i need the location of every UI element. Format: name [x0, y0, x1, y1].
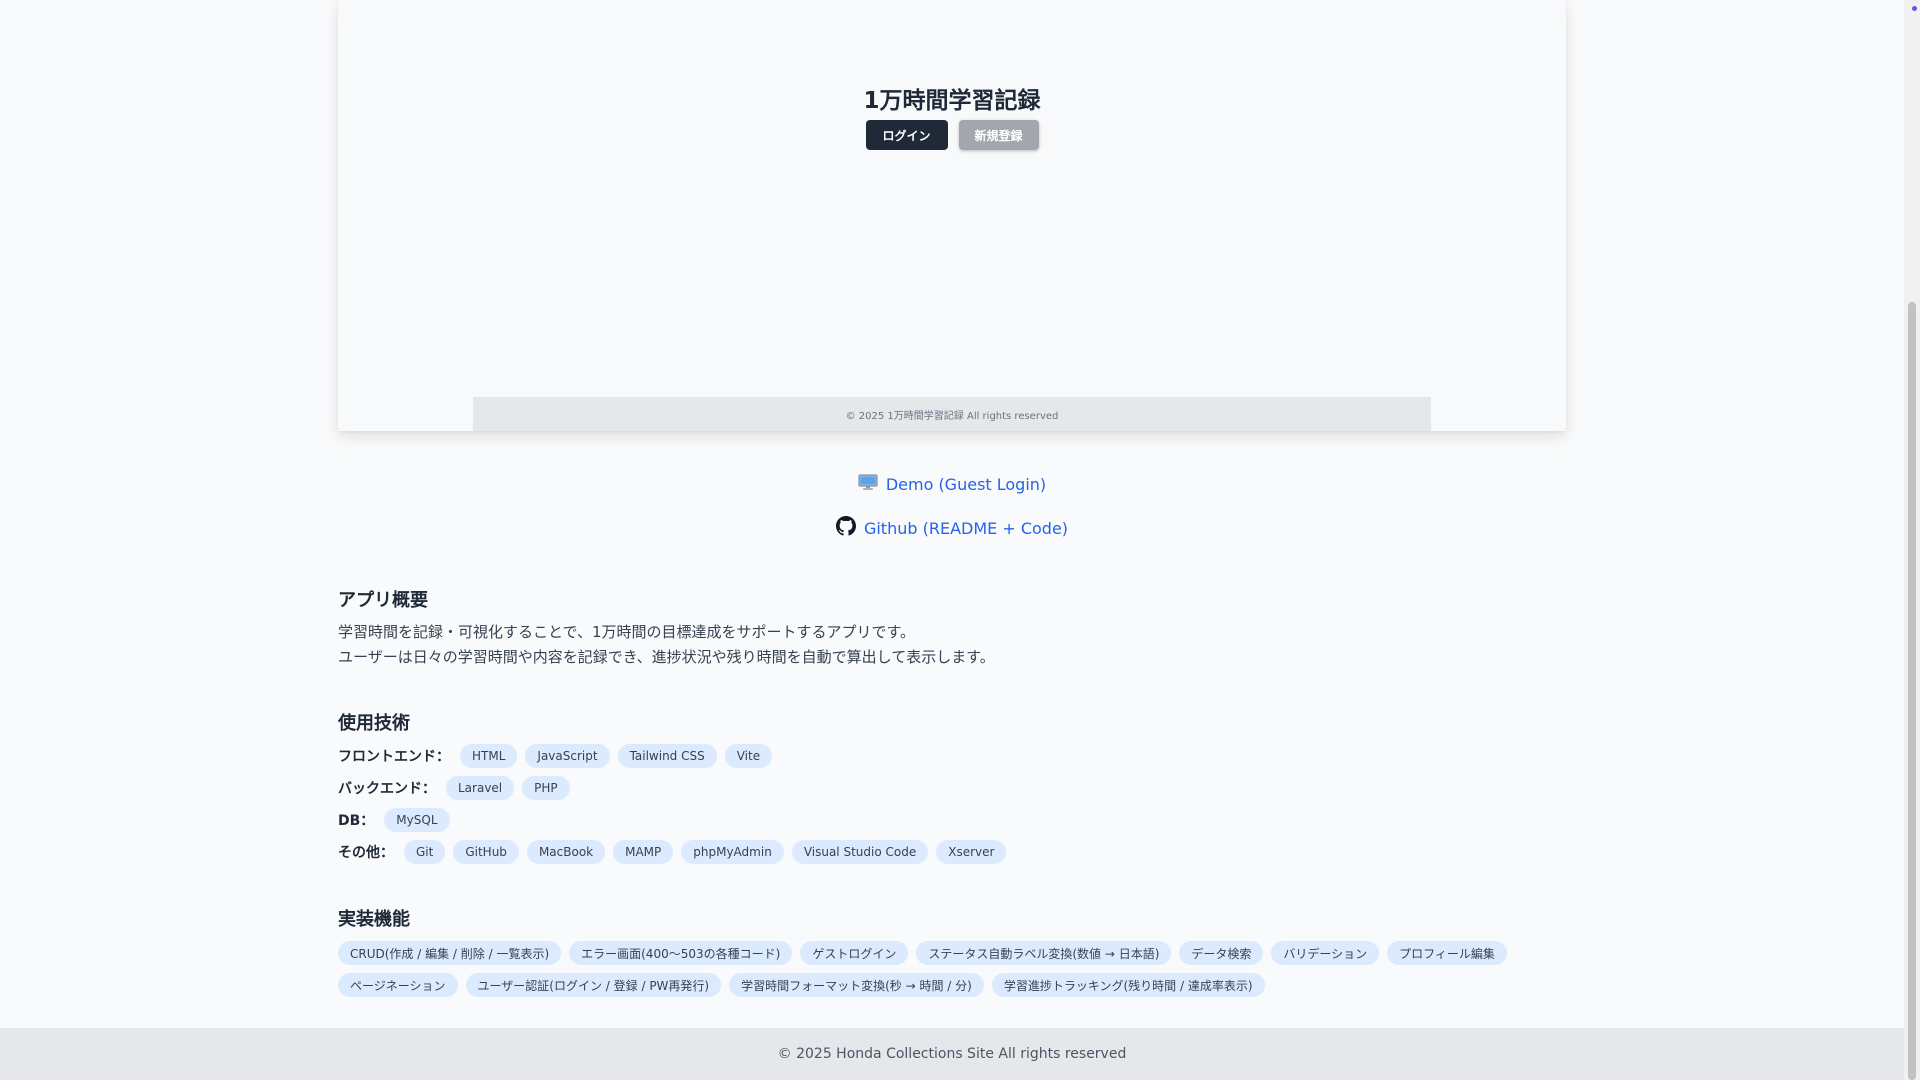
- overview-line-1: 学習時間を記録・可視化することで、1万時間の目標達成をサポートするアプリです。: [338, 623, 915, 641]
- tech-chip: Git: [404, 840, 446, 864]
- page-scrollbar[interactable]: [1904, 0, 1920, 1080]
- tech-category-label: バックエンド：: [338, 781, 436, 797]
- preview-register-button: 新規登録: [958, 120, 1039, 150]
- features-heading: 実装機能: [338, 909, 410, 930]
- feature-chip: 学習進捗トラッキング(残り時間 / 達成率表示): [991, 973, 1265, 997]
- github-icon: [835, 516, 856, 540]
- tech-chip: Vite: [724, 744, 773, 768]
- feature-chip: ステータス自動ラベル変換(数値 → 日本語): [916, 941, 1172, 965]
- tech-chip: MySQL: [384, 808, 450, 832]
- feature-chip: エラー画面(400〜503の各種コード): [569, 941, 793, 965]
- tech-row: その他： Git GitHub MacBook MAMP phpMyAdmin Visual…: [338, 839, 1566, 865]
- feature-chip: ユーザー認証(ログイン / 登録 / PW再発行): [465, 973, 722, 997]
- feature-chip: プロフィール編集: [1387, 941, 1507, 965]
- tech-category-label: その他：: [338, 845, 394, 861]
- tech-row: フロントエンド： HTML JavaScript Tailwind CSS Vite: [338, 743, 1566, 769]
- feature-chips: CRUD(作成 / 編集 / 削除 / 一覧表示) エラー画面(400〜503の各…: [338, 941, 1566, 997]
- feature-chip: 学習時間フォーマット変換(秒 → 時間 / 分): [729, 973, 984, 997]
- feature-chip: ページネーション: [338, 973, 458, 997]
- tech-row: バックエンド： Laravel PHP: [338, 775, 1566, 801]
- site-footer: © 2025 Honda Collections Site All rights…: [0, 1028, 1904, 1080]
- monitor-icon: [858, 474, 878, 495]
- tech-chip: MacBook: [526, 840, 606, 864]
- tech-chip: HTML: [460, 744, 518, 768]
- tech-chip: JavaScript: [525, 744, 610, 768]
- tech-category-label: フロントエンド：: [338, 749, 450, 765]
- tech-chip: Xserver: [936, 840, 1007, 864]
- github-link-label[interactable]: Github (README + Code): [864, 519, 1068, 538]
- tech-chip: MAMP: [613, 840, 674, 864]
- tech-row: DB： MySQL: [338, 807, 1566, 833]
- tech-heading: 使用技術: [338, 713, 410, 734]
- github-link[interactable]: Github (README + Code): [338, 516, 1566, 540]
- tech-chip: PHP: [522, 776, 570, 800]
- project-links: Demo (Guest Login) Github (README + Code…: [338, 472, 1566, 540]
- demo-link[interactable]: Demo (Guest Login): [338, 472, 1566, 496]
- preview-login-button: ログイン: [865, 120, 948, 150]
- scrollbar-thumb[interactable]: [1908, 302, 1916, 1080]
- tech-category-label: DB：: [338, 813, 375, 829]
- page-content: 1万時間学習記録 ログイン 新規登録 © 2025 1万時間学習記録 All r…: [338, 0, 1566, 997]
- preview-buttons: ログイン 新規登録: [338, 120, 1566, 150]
- tech-chip: GitHub: [453, 840, 519, 864]
- overview-heading: アプリ概要: [338, 590, 428, 611]
- notification-dot-icon: [1912, 6, 1917, 11]
- tech-rows: フロントエンド： HTML JavaScript Tailwind CSS Vite バッ…: [338, 743, 1566, 865]
- tech-chip: Visual Studio Code: [791, 840, 929, 864]
- overview-line-2: ユーザーは日々の学習時間や内容を記録でき、進捗状況や残り時間を自動で算出して表示…: [338, 648, 995, 666]
- preview-title: 1万時間学習記録: [863, 88, 1041, 114]
- features-section: 実装機能 CRUD(作成 / 編集 / 削除 / 一覧表示) エラー画面(400〜…: [338, 905, 1566, 997]
- tech-chip: Laravel: [446, 776, 515, 800]
- overview-description: 学習時間を記録・可視化することで、1万時間の目標達成をサポートするアプリです。 …: [338, 620, 1566, 670]
- preview-footer: © 2025 1万時間学習記録 All rights reserved: [473, 397, 1431, 431]
- tech-section: 使用技術 フロントエンド： HTML JavaScript Tailwind CSS V…: [338, 709, 1566, 865]
- feature-chip: CRUD(作成 / 編集 / 削除 / 一覧表示): [338, 941, 562, 965]
- app-preview-screenshot: 1万時間学習記録 ログイン 新規登録 © 2025 1万時間学習記録 All r…: [338, 0, 1566, 431]
- feature-chip: ゲストログイン: [800, 941, 909, 965]
- demo-link-label[interactable]: Demo (Guest Login): [886, 475, 1046, 494]
- overview-section: アプリ概要 学習時間を記録・可視化することで、1万時間の目標達成をサポートするア…: [338, 586, 1566, 670]
- tech-chip: phpMyAdmin: [681, 840, 784, 864]
- feature-chip: データ検索: [1179, 941, 1264, 965]
- tech-chip: Tailwind CSS: [617, 744, 717, 768]
- feature-chip: バリデーション: [1271, 941, 1380, 965]
